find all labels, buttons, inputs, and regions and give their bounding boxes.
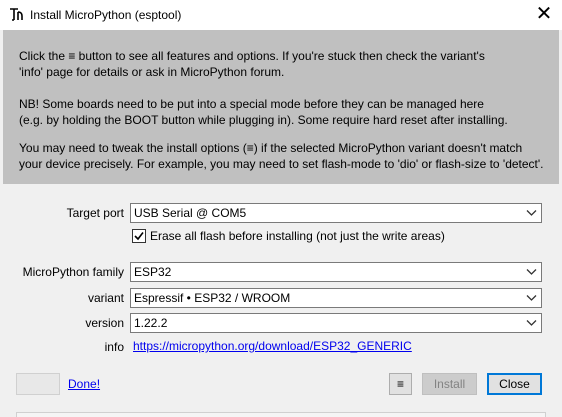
chevron-down-icon: [526, 269, 537, 275]
close-button[interactable]: Close: [487, 373, 542, 395]
version-select[interactable]: 1.22.2: [130, 313, 542, 333]
info-line: NB! Some boards need to be put into a sp…: [19, 97, 484, 111]
variant-label: variant: [87, 291, 124, 305]
erase-flash-label[interactable]: Erase all flash before installing (not j…: [150, 229, 445, 243]
chevron-down-icon: [526, 295, 537, 301]
family-value: ESP32: [134, 265, 172, 279]
info-panel: Click the ≡ button to see all features a…: [3, 30, 559, 184]
info-line: Click the ≡ button to see all features a…: [19, 49, 485, 63]
chevron-down-icon: [526, 210, 537, 216]
done-link[interactable]: Done!: [68, 377, 100, 391]
close-icon[interactable]: ✕: [530, 3, 558, 27]
info-line: (e.g. by holding the BOOT button while p…: [19, 113, 508, 127]
info-line: 'info' page for details or ask in MicroP…: [19, 65, 285, 79]
target-port-select[interactable]: USB Serial @ COM5: [130, 203, 542, 223]
info-line: You may need to tweak the install option…: [19, 141, 523, 155]
family-label: MicroPython family: [22, 265, 124, 279]
install-dialog: Install MicroPython (esptool) ✕ Click th…: [0, 0, 562, 417]
chevron-down-icon: [526, 320, 537, 326]
thonny-icon: [10, 8, 23, 21]
status-box: [16, 373, 60, 395]
info-link[interactable]: https://micropython.org/download/ESP32_G…: [133, 339, 412, 353]
erase-flash-checkbox[interactable]: [132, 229, 146, 243]
target-port-label: Target port: [66, 206, 124, 220]
checkmark-icon: [134, 232, 144, 241]
window-title: Install MicroPython (esptool): [30, 8, 182, 22]
info-label: info: [104, 340, 124, 354]
variant-value: Espressif • ESP32 / WROOM: [134, 291, 291, 305]
install-button[interactable]: Install: [422, 373, 477, 395]
version-value: 1.22.2: [134, 316, 168, 330]
version-label: version: [85, 316, 124, 330]
variant-select[interactable]: Espressif • ESP32 / WROOM: [130, 288, 542, 308]
family-select[interactable]: ESP32: [130, 262, 542, 282]
menu-button[interactable]: ≡: [389, 373, 412, 395]
log-area: [16, 412, 546, 417]
title-bar: Install MicroPython (esptool) ✕: [0, 0, 562, 30]
target-port-value: USB Serial @ COM5: [134, 206, 247, 220]
info-line: your device precisely. For example, you …: [19, 157, 544, 171]
